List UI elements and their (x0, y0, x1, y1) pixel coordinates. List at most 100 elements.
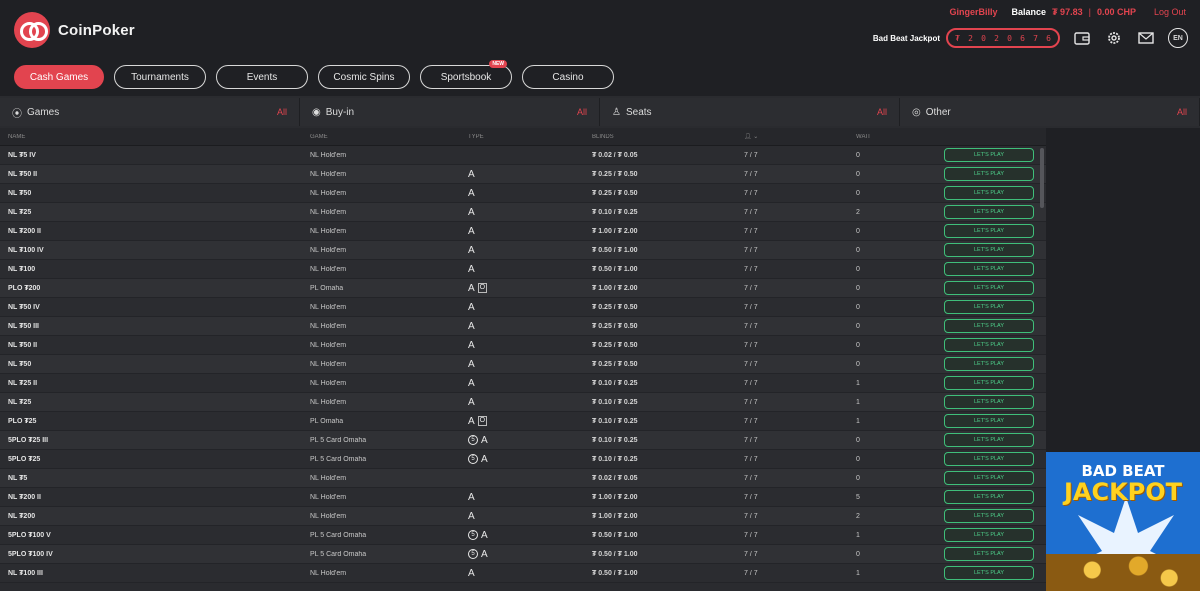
wait-count: 0 (856, 284, 860, 292)
seats: 7 / 7 (744, 170, 758, 178)
lets-play-button[interactable]: LET'S PLAY (944, 300, 1034, 314)
mail-icon[interactable] (1136, 28, 1156, 48)
table-row[interactable]: NL ₮25 II NL Hold'em A ₮ 0.10 / ₮ 0.25 7 / 7… (0, 374, 1046, 393)
filter-other[interactable]: ◎ Other All (900, 98, 1200, 126)
filter-games-value[interactable]: All (277, 107, 287, 117)
logout-link[interactable]: Log Out (1154, 7, 1186, 17)
lets-play-button[interactable]: LET'S PLAY (944, 452, 1034, 466)
table-type-icons: AO (460, 283, 584, 294)
tab-sportsbook[interactable]: Sportsbook NEW (420, 60, 512, 89)
filter-buyin[interactable]: ◉ Buy-in All (300, 98, 600, 126)
seats: 7 / 7 (744, 569, 758, 577)
filter-seats[interactable]: ♙ Seats All (600, 98, 900, 126)
lets-play-button[interactable]: LET'S PLAY (944, 395, 1034, 409)
table-row[interactable]: NL ₮5 NL Hold'em ₮ 0.02 / ₮ 0.05 7 / 7 0 LET'… (0, 469, 1046, 488)
lets-play-button[interactable]: LET'S PLAY (944, 243, 1034, 257)
gear-icon[interactable] (1104, 28, 1124, 48)
seats: 7 / 7 (744, 189, 758, 197)
table-scrollbar[interactable] (1040, 148, 1044, 208)
table-row[interactable]: NL ₮200 NL Hold'em A ₮ 1.00 / ₮ 2.00 7 / 7 2 L… (0, 507, 1046, 526)
seats-icon: ♙ (612, 106, 621, 118)
action-cell: LET'S PLAY (942, 262, 1046, 276)
anonymous-icon: A (468, 377, 475, 389)
action-cell: LET'S PLAY (942, 357, 1046, 371)
table-row[interactable]: NL ₮25 NL Hold'em A ₮ 0.10 / ₮ 0.25 7 / 7 2 LE… (0, 203, 1046, 222)
wait-count: 0 (856, 341, 860, 349)
lets-play-button[interactable]: LET'S PLAY (944, 414, 1034, 428)
lets-play-button[interactable]: LET'S PLAY (944, 357, 1034, 371)
tab-events[interactable]: Events (216, 65, 308, 89)
filter-buyin-value[interactable]: All (577, 107, 587, 117)
lets-play-button[interactable]: LET'S PLAY (944, 148, 1034, 162)
table-row[interactable]: NL ₮100 IV NL Hold'em A ₮ 0.50 / ₮ 1.00 7 / … (0, 241, 1046, 260)
action-cell: LET'S PLAY (942, 224, 1046, 238)
action-cell: LET'S PLAY (942, 319, 1046, 333)
lets-play-button[interactable]: LET'S PLAY (944, 566, 1034, 580)
table-row[interactable]: PLO ₮25 PL Omaha A O ₮ 0.10 / ₮ 0.25 7 / 7 1 LE… (0, 412, 1046, 431)
table-name: PLO ₮25 (8, 417, 37, 425)
five-card-icon: 5 (468, 549, 478, 559)
table-row[interactable]: NL ₮50 II NL Hold'em A ₮ 0.25 / ₮ 0.50 7 / 7… (0, 336, 1046, 355)
language-selector[interactable]: EN (1168, 28, 1188, 48)
lets-play-button[interactable]: LET'S PLAY (944, 490, 1034, 504)
table-row[interactable]: NL ₮200 II NL Hold'em A ₮ 1.00 / ₮ 2.00 7 / … (0, 222, 1046, 241)
brand-logo[interactable]: CoinPoker (14, 12, 135, 48)
wallet-icon[interactable] (1072, 28, 1092, 48)
table-row[interactable]: NL ₮50 II NL Hold'em A ₮ 0.25 / ₮ 0.50 7 / 7… (0, 165, 1046, 184)
lets-play-button[interactable]: LET'S PLAY (944, 224, 1034, 238)
table-name: NL ₮50 (8, 360, 32, 368)
lets-play-button[interactable]: LET'S PLAY (944, 167, 1034, 181)
table-row[interactable]: NL ₮100 III NL Hold'em A ₮ 0.50 / ₮ 1.00 7 /… (0, 564, 1046, 583)
lets-play-button[interactable]: LET'S PLAY (944, 376, 1034, 390)
lets-play-button[interactable]: LET'S PLAY (944, 205, 1034, 219)
lets-play-button[interactable]: LET'S PLAY (944, 262, 1034, 276)
table-row[interactable]: NL ₮200 II NL Hold'em A ₮ 1.00 / ₮ 2.00 7 / … (0, 488, 1046, 507)
game-type: NL Hold'em (310, 512, 347, 520)
filter-games[interactable]: ⦿ Games All (0, 98, 300, 126)
table-type-icons: A (460, 264, 584, 275)
lets-play-button[interactable]: LET'S PLAY (944, 471, 1034, 485)
wait-count: 2 (856, 208, 860, 216)
table-row[interactable]: 5PLO ₮100 V PL 5 Card Omaha 5 A ₮ 0.50 / ₮ 1… (0, 526, 1046, 545)
filter-other-value[interactable]: All (1177, 107, 1187, 117)
bad-beat-jackpot-banner[interactable]: BAD BEAT JACKPOT (1046, 452, 1200, 591)
blinds: ₮ 0.50 / ₮ 1.00 (592, 550, 638, 558)
lets-play-button[interactable]: LET'S PLAY (944, 509, 1034, 523)
tab-cash-games[interactable]: Cash Games (14, 65, 104, 89)
table-row[interactable]: NL ₮25 NL Hold'em A ₮ 0.10 / ₮ 0.25 7 / 7 1 LE… (0, 393, 1046, 412)
table-row[interactable]: NL ₮50 III NL Hold'em A ₮ 0.25 / ₮ 0.50 7 / … (0, 317, 1046, 336)
table-row[interactable]: NL ₮50 NL Hold'em A ₮ 0.25 / ₮ 0.50 7 / 7 0 LE… (0, 355, 1046, 374)
lets-play-button[interactable]: LET'S PLAY (944, 186, 1034, 200)
tab-casino[interactable]: Casino (522, 65, 614, 89)
col-blinds[interactable]: BLINDS (584, 134, 736, 140)
lets-play-button[interactable]: LET'S PLAY (944, 281, 1034, 295)
seats: 7 / 7 (744, 512, 758, 520)
col-type[interactable]: TYPE (460, 134, 584, 140)
lets-play-button[interactable]: LET'S PLAY (944, 319, 1034, 333)
tab-cosmic-spins[interactable]: Cosmic Spins (318, 65, 410, 89)
username[interactable]: GingerBilly (950, 7, 998, 17)
col-game[interactable]: GAME (302, 134, 460, 140)
action-cell: LET'S PLAY (942, 395, 1046, 409)
lets-play-button[interactable]: LET'S PLAY (944, 338, 1034, 352)
brand-name: CoinPoker (58, 21, 135, 39)
table-row[interactable]: PLO ₮200 PL Omaha A O ₮ 1.00 / ₮ 2.00 7 / 7 0 L… (0, 279, 1046, 298)
table-row[interactable]: 5PLO ₮100 IV PL 5 Card Omaha 5 A ₮ 0.50 / ₮ … (0, 545, 1046, 564)
col-name[interactable]: NAME (0, 134, 302, 140)
table-name: NL ₮100 (8, 265, 36, 273)
lobby-app: CoinPoker GingerBilly Balance ₮ 97.83 | … (0, 0, 1200, 591)
table-row[interactable]: NL ₮5 IV NL Hold'em ₮ 0.02 / ₮ 0.05 7 / 7 0 L… (0, 146, 1046, 165)
jackpot-digit: 7 (1033, 33, 1038, 43)
table-row[interactable]: NL ₮100 NL Hold'em A ₮ 0.50 / ₮ 1.00 7 / 7 0 L… (0, 260, 1046, 279)
lets-play-button[interactable]: LET'S PLAY (944, 433, 1034, 447)
table-row[interactable]: 5PLO ₮25 PL 5 Card Omaha 5 A ₮ 0.10 / ₮ 0.25… (0, 450, 1046, 469)
tab-tournaments[interactable]: Tournaments (114, 65, 206, 89)
col-seats[interactable]: 👤︎ ⌄ (736, 133, 848, 140)
table-row[interactable]: NL ₮50 NL Hold'em A ₮ 0.25 / ₮ 0.50 7 / 7 0 LE… (0, 184, 1046, 203)
table-row[interactable]: NL ₮50 IV NL Hold'em A ₮ 0.25 / ₮ 0.50 7 / 7… (0, 298, 1046, 317)
lets-play-button[interactable]: LET'S PLAY (944, 528, 1034, 542)
col-wait[interactable]: WAIT (848, 134, 942, 140)
filter-seats-value[interactable]: All (877, 107, 887, 117)
table-row[interactable]: 5PLO ₮25 III PL 5 Card Omaha 5 A ₮ 0.10 / ₮ … (0, 431, 1046, 450)
lets-play-button[interactable]: LET'S PLAY (944, 547, 1034, 561)
